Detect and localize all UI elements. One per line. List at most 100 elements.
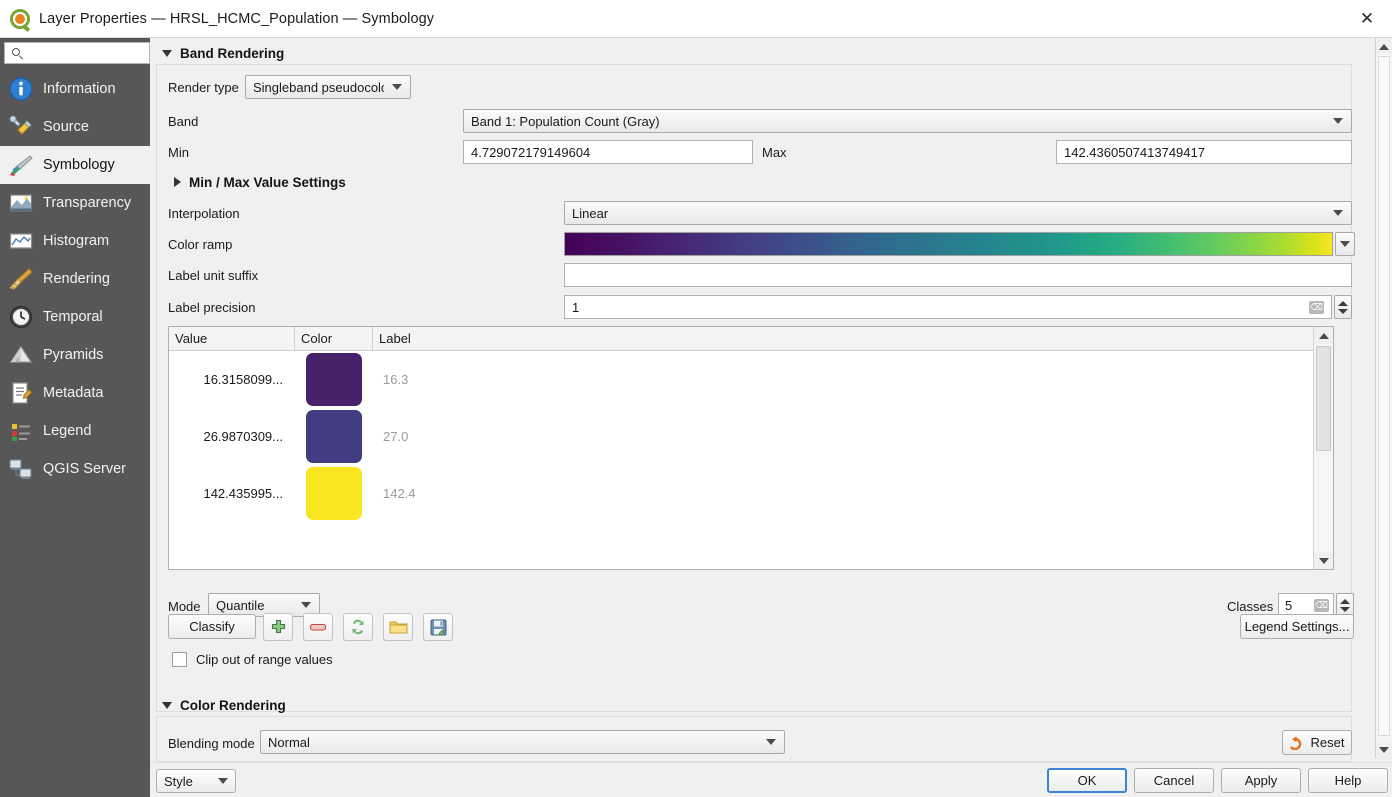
scrollbar-thumb[interactable] [1378, 56, 1390, 736]
scroll-down-icon[interactable] [1376, 741, 1392, 758]
sidebar-item-transparency[interactable]: Transparency [0, 184, 150, 222]
label-precision-stepper[interactable] [1334, 295, 1352, 319]
ok-button[interactable]: OK [1047, 768, 1127, 793]
column-header-value[interactable]: Value [169, 327, 295, 350]
table-row[interactable]: 26.9870309... 27.0 [169, 408, 1333, 465]
stepper-down-icon[interactable] [1338, 308, 1348, 314]
cell-color[interactable] [295, 467, 373, 520]
save-disk-icon[interactable] [423, 613, 453, 641]
sidebar-item-source[interactable]: Source [0, 108, 150, 146]
clip-out-of-range-checkbox[interactable]: Clip out of range values [172, 652, 333, 667]
sidebar-item-rendering[interactable]: Rendering [0, 260, 150, 298]
classes-label: Classes [1227, 599, 1274, 614]
legend-settings-button[interactable]: Legend Settings... [1240, 614, 1354, 639]
classification-table[interactable]: Value Color Label 16.3158099... 16.3 26.… [168, 326, 1334, 570]
layer-properties-dialog: Layer Properties — HRSL_HCMC_Population … [0, 0, 1392, 797]
cancel-button[interactable]: Cancel [1134, 768, 1214, 793]
remove-minus-icon[interactable] [303, 613, 333, 641]
apply-button[interactable]: Apply [1221, 768, 1301, 793]
sidebar-item-label: Temporal [43, 309, 103, 325]
table-scrollbar[interactable] [1313, 327, 1333, 569]
open-folder-icon[interactable] [383, 613, 413, 641]
reset-button[interactable]: Reset [1282, 730, 1352, 755]
add-plus-icon[interactable] [263, 613, 293, 641]
transparency-icon [8, 190, 34, 216]
chevron-down-icon [1333, 210, 1343, 216]
band-combo[interactable]: Band 1: Population Count (Gray) [463, 109, 1352, 133]
interpolation-combo[interactable]: Linear [564, 201, 1352, 225]
classify-button[interactable]: Classify [168, 614, 256, 639]
column-header-label[interactable]: Label [373, 327, 1333, 350]
table-row[interactable]: 16.3158099... 16.3 [169, 351, 1333, 408]
clear-icon[interactable]: ⌫ [1314, 598, 1329, 612]
sidebar-item-information[interactable]: Information [0, 70, 150, 108]
classes-value: 5 [1285, 597, 1293, 613]
label-unit-suffix-input[interactable] [564, 263, 1352, 287]
stepper-up-icon[interactable] [1338, 300, 1348, 306]
color-rendering-section-header[interactable]: Color Rendering [156, 694, 556, 716]
label-precision-input[interactable]: 1 ⌫ [564, 295, 1332, 319]
legend-icon [8, 418, 34, 444]
min-label: Min [168, 145, 189, 160]
mode-label: Mode [168, 599, 201, 614]
max-input[interactable]: 142.4360507413749417 [1056, 140, 1352, 164]
cell-label[interactable]: 142.4 [373, 486, 416, 501]
style-button[interactable]: Style [156, 769, 236, 793]
table-row[interactable]: 142.435995... 142.4 [169, 465, 1333, 522]
color-ramp-dropdown-button[interactable] [1335, 232, 1355, 256]
help-button[interactable]: Help [1308, 768, 1388, 793]
clear-icon[interactable]: ⌫ [1309, 300, 1324, 314]
color-swatch [306, 467, 362, 520]
band-value: Band 1: Population Count (Gray) [471, 113, 660, 129]
qgis-logo-icon [10, 8, 31, 32]
render-type-combo[interactable]: Singleband pseudocolor [245, 75, 411, 99]
flip-colors-icon[interactable] [343, 613, 373, 641]
min-input[interactable]: 4.729072179149604 [463, 140, 753, 164]
pyramids-icon [8, 342, 34, 368]
cell-value[interactable]: 142.435995... [169, 486, 295, 501]
cell-label[interactable]: 27.0 [373, 429, 408, 444]
checkbox-box[interactable] [172, 652, 187, 667]
color-ramp-preview[interactable] [564, 232, 1333, 256]
panel-scrollbar[interactable] [1375, 38, 1392, 758]
main-panel: Band Rendering Render type Singleband ps… [150, 38, 1392, 797]
sidebar-item-histogram[interactable]: Histogram [0, 222, 150, 260]
expand-triangle-icon [174, 177, 181, 187]
style-label: Style [164, 773, 193, 789]
sidebar-item-pyramids[interactable]: Pyramids [0, 336, 150, 374]
scroll-up-icon[interactable] [1376, 38, 1392, 55]
minmax-settings-header[interactable]: Min / Max Value Settings [168, 171, 568, 193]
sidebar-item-symbology[interactable]: Symbology [0, 146, 150, 184]
stepper-down-icon[interactable] [1340, 606, 1350, 612]
clip-checkbox-label: Clip out of range values [196, 652, 333, 667]
column-header-color[interactable]: Color [295, 327, 373, 350]
sidebar-item-label: Pyramids [43, 347, 104, 363]
cell-label[interactable]: 16.3 [373, 372, 408, 387]
sidebar-item-metadata[interactable]: Metadata [0, 374, 150, 412]
window-title: Layer Properties — HRSL_HCMC_Population … [39, 10, 435, 27]
histogram-icon [8, 228, 34, 254]
search-input[interactable] [27, 45, 145, 61]
undo-arrow-icon [1289, 735, 1301, 750]
sidebar-item-legend[interactable]: Legend [0, 412, 150, 450]
cell-color[interactable] [295, 410, 373, 463]
scrollbar-thumb[interactable] [1316, 346, 1331, 451]
sidebar-item-label: Legend [43, 423, 92, 439]
cell-value[interactable]: 26.9870309... [169, 429, 295, 444]
rendering-broom-icon [8, 266, 34, 292]
information-icon [8, 76, 34, 102]
sidebar-search[interactable] [4, 42, 150, 64]
scroll-up-icon[interactable] [1314, 327, 1333, 344]
blending-mode-combo[interactable]: Normal [260, 730, 785, 754]
sidebar-item-temporal[interactable]: Temporal [0, 298, 150, 336]
band-rendering-section-header[interactable]: Band Rendering [156, 42, 756, 64]
cell-color[interactable] [295, 353, 373, 406]
sidebar-nav: Information Source Symbology Transparenc… [0, 70, 150, 488]
scroll-down-icon[interactable] [1314, 552, 1333, 569]
sidebar-item-qgis-server[interactable]: QGIS Server [0, 450, 150, 488]
cell-value[interactable]: 16.3158099... [169, 372, 295, 387]
chevron-down-icon [766, 739, 776, 745]
mode-value: Quantile [216, 597, 265, 613]
stepper-up-icon[interactable] [1340, 598, 1350, 604]
close-icon[interactable]: ✕ [1342, 0, 1392, 38]
